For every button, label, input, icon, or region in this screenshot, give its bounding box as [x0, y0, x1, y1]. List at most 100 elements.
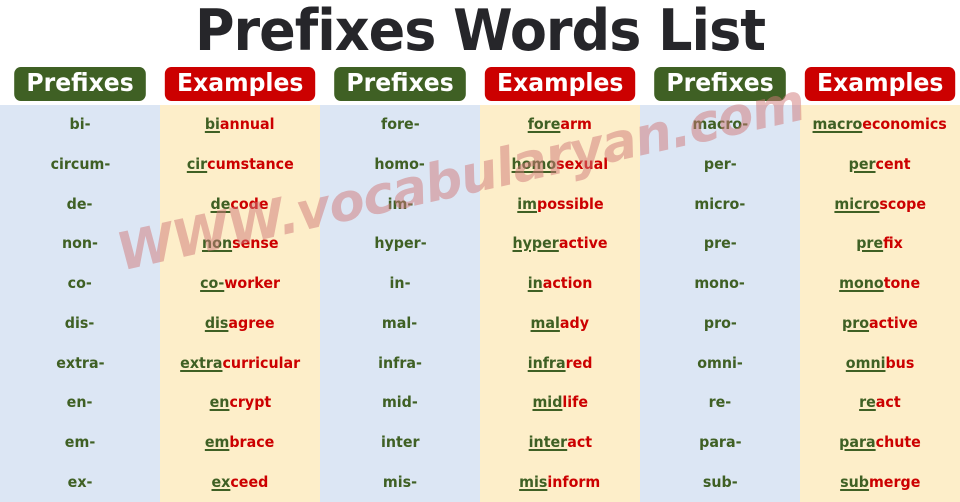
- example-prefix-part: in: [527, 274, 543, 293]
- prefix-cell: circum-: [0, 145, 160, 185]
- prefix-cell: mis-: [320, 462, 480, 502]
- prefix-cell: bi-: [0, 105, 160, 145]
- example-prefix-part: bi: [205, 115, 221, 134]
- prefix-text: hyper-: [373, 234, 427, 253]
- example-word: extracurricular: [180, 354, 300, 372]
- example-cell: forearm: [480, 105, 640, 145]
- example-prefix-part: para: [839, 432, 876, 451]
- example-word: nonsense: [202, 235, 279, 252]
- example-cell: interact: [480, 423, 640, 463]
- example-word: monotone: [840, 275, 921, 292]
- example-word: submerge: [839, 472, 921, 491]
- example-cell: exceed: [160, 462, 320, 502]
- header-badge-prefixes-3: Prefixes: [654, 66, 786, 101]
- prefix-text: ex-: [67, 472, 93, 491]
- prefix-cell: non-: [0, 224, 160, 264]
- example-word: embrace: [205, 432, 275, 451]
- example-root-part: arm: [560, 115, 593, 134]
- header-badge-examples-3: Examples: [804, 66, 956, 101]
- example-cell: biannual: [160, 105, 320, 145]
- prefix-column-3: macro-per-micro-pre-mono-pro-omni-re-par…: [640, 105, 800, 502]
- example-prefix-part: pre: [856, 234, 884, 253]
- header-badge-prefixes-2: Prefixes: [334, 66, 466, 101]
- example-word: inaction: [528, 275, 593, 292]
- example-root-part: sexual: [556, 155, 609, 174]
- prefix-text: per-: [703, 155, 737, 174]
- header-badge-examples-1: Examples: [164, 66, 316, 101]
- example-word: impossible: [516, 194, 604, 213]
- prefix-text: en-: [67, 393, 93, 412]
- example-root-part: code: [230, 194, 269, 213]
- example-root-part: worker: [224, 274, 280, 293]
- example-word: midlife: [532, 394, 588, 411]
- example-prefix-part: micro: [834, 194, 880, 213]
- prefix-cell: per-: [640, 145, 800, 185]
- prefix-cell: infra-: [320, 343, 480, 383]
- example-cell: submerge: [800, 462, 960, 502]
- example-root-part: scope: [879, 194, 926, 213]
- prefix-cell: ex-: [0, 462, 160, 502]
- example-word: co-worker: [200, 275, 280, 292]
- header-badge-prefixes-1: Prefixes: [14, 66, 146, 101]
- example-word: homosexual: [512, 156, 609, 173]
- example-root-part: economics: [862, 115, 948, 134]
- example-word: parachute: [839, 432, 921, 451]
- example-cell: malady: [480, 304, 640, 344]
- prefix-cell: pro-: [640, 304, 800, 344]
- prefix-cell: mono-: [640, 264, 800, 304]
- example-prefix-part: mis: [519, 472, 548, 491]
- prefix-text: circum-: [50, 155, 110, 174]
- example-root-part: agree: [228, 313, 275, 332]
- example-cell: microscope: [800, 184, 960, 224]
- example-prefix-part: infra: [527, 353, 566, 372]
- prefix-text: infra-: [378, 353, 422, 372]
- example-root-part: possible: [536, 194, 604, 213]
- prefix-text: fore-: [380, 115, 420, 134]
- example-word: disagree: [205, 313, 275, 332]
- example-prefix-part: im: [516, 194, 537, 213]
- prefix-cell: em-: [0, 423, 160, 463]
- example-root-part: fix: [883, 234, 904, 253]
- prefix-cell: micro-: [640, 184, 800, 224]
- example-root-part: annual: [220, 115, 275, 134]
- prefix-text: in-: [389, 274, 411, 293]
- prefix-cell: inter: [320, 423, 480, 463]
- prefix-cell: co-: [0, 264, 160, 304]
- prefix-text: mis-: [382, 472, 418, 491]
- example-prefix-part: homo: [511, 155, 557, 174]
- example-root-part: act: [566, 432, 592, 451]
- example-root-part: cent: [875, 155, 911, 174]
- prefix-cell: macro-: [640, 105, 800, 145]
- example-root-part: merge: [868, 472, 921, 491]
- prefix-text: non-: [61, 234, 98, 253]
- example-root-part: active: [558, 234, 608, 253]
- example-root-part: sense: [231, 234, 279, 253]
- example-prefix-part: macro: [812, 115, 863, 134]
- example-word: forearm: [528, 116, 592, 133]
- example-root-part: brace: [229, 432, 275, 451]
- example-root-part: action: [542, 274, 593, 293]
- prefix-cell: mid-: [320, 383, 480, 423]
- example-column-2: forearm homosexual impossible hyperactive in…: [480, 105, 640, 502]
- example-word: exceed: [212, 473, 269, 491]
- prefix-text: de-: [67, 194, 93, 213]
- example-prefix-part: re: [859, 393, 876, 412]
- prefix-text: omni-: [697, 353, 743, 372]
- prefix-text: inter: [380, 432, 420, 451]
- example-word: macroeconomics: [813, 116, 947, 133]
- example-root-part: crypt: [229, 393, 271, 412]
- example-prefix-part: dis: [205, 313, 229, 332]
- example-cell: proactive: [800, 304, 960, 344]
- prefix-text: extra-: [55, 353, 105, 372]
- prefix-cell: dis-: [0, 304, 160, 344]
- prefix-cell: im-: [320, 184, 480, 224]
- prefix-text: micro-: [694, 194, 746, 213]
- header-cell-4: Examples: [480, 66, 640, 101]
- example-word: percent: [849, 156, 911, 173]
- example-prefix-part: cir: [186, 155, 207, 174]
- example-prefix-part: sub: [839, 472, 869, 491]
- example-cell: impossible: [480, 184, 640, 224]
- prefix-text: para-: [698, 432, 742, 451]
- example-root-part: inform: [547, 472, 601, 491]
- example-cell: disagree: [160, 304, 320, 344]
